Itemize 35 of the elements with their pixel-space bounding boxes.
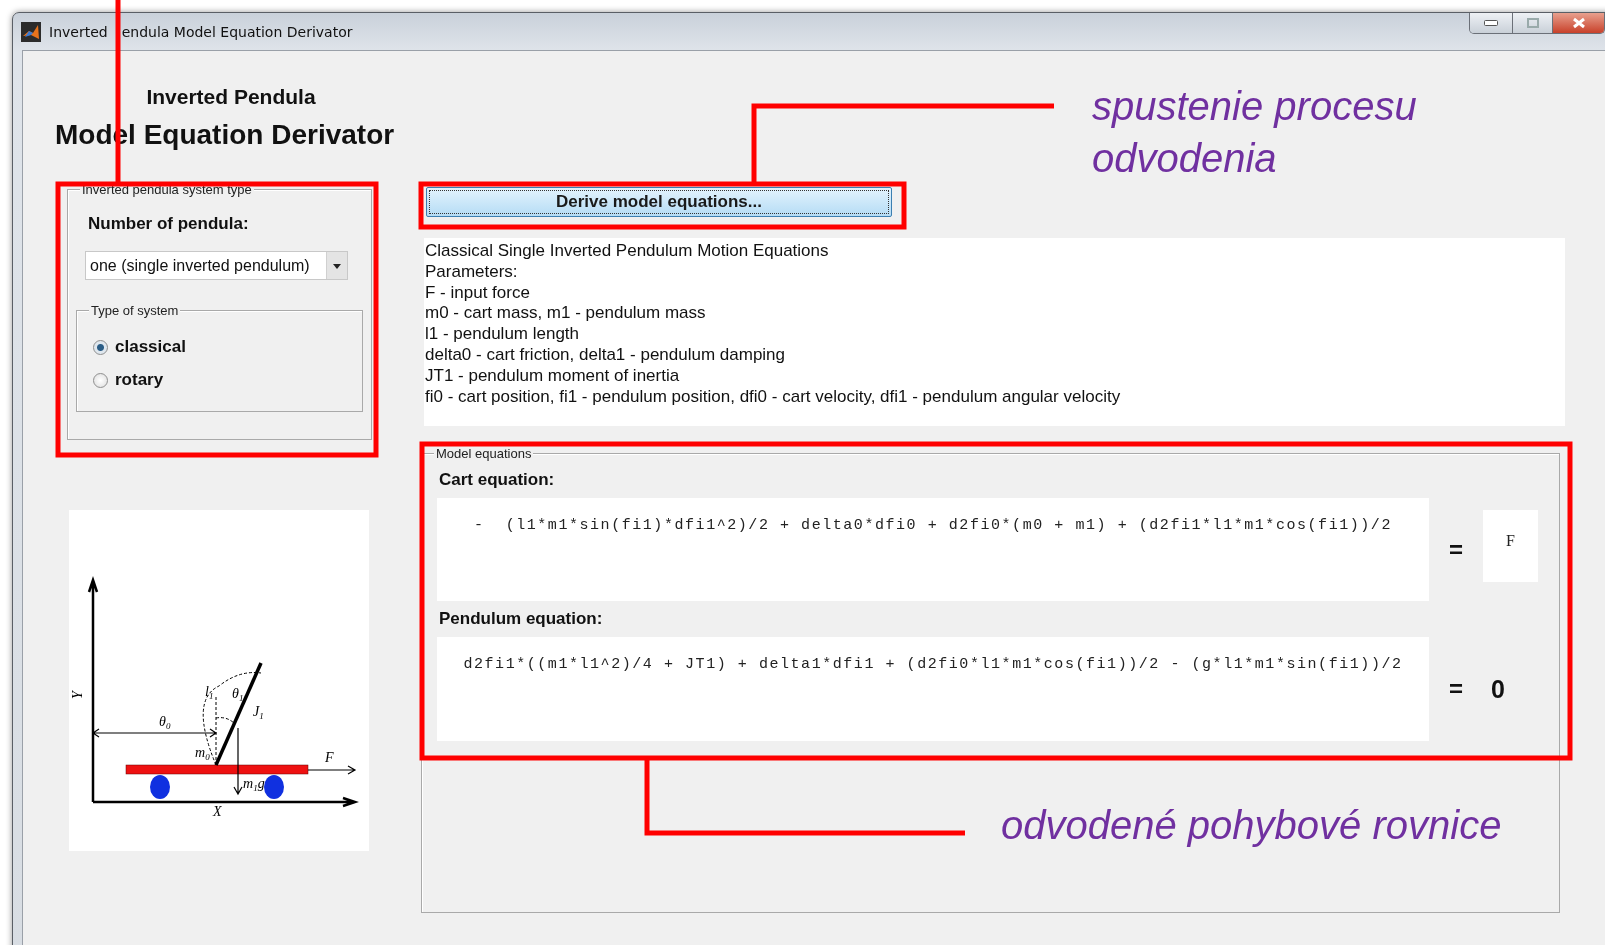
- inverted-pendulum-drawing: Y θ$_{0}$ l$_{1}$ θ$_{1}$ J$_{1}$ m$_{0}$ F m$_{1}$g X: [70, 576, 359, 819]
- equals-sign: =: [1449, 675, 1463, 703]
- description-line: F - input force: [425, 282, 531, 304]
- equals-sign: =: [1449, 535, 1463, 564]
- annotation-text: odvodené pohybové rovnice: [1001, 802, 1503, 849]
- window-title: Inverted: [49, 23, 108, 40]
- equation-label: Pendulum equation:: [439, 609, 604, 629]
- radio-option[interactable]: classical: [93, 337, 362, 357]
- description-line: fi0 - cart position, fi1 - pendulum position, dfi0 - cart velocity, dfi1 - pendulum angular velocity: [425, 386, 1122, 408]
- radio-option[interactable]: rotary: [93, 370, 362, 390]
- field-label: Number of pendula:: [88, 214, 250, 234]
- window-title: endula Model Equation Derivator: [121, 23, 353, 40]
- maximize-icon: [1526, 18, 1539, 28]
- description-line: m0 - cart mass, m1 - pendulum mass: [425, 303, 707, 325]
- description-line: l1 - pendulum length: [425, 324, 581, 345]
- equation-text: - (l1*m1*sin(fi1)*dfi1^2)/2 + delta0*dfi0 + d2fi0*(m0 + m1) + (d2fi1*l1*m1*cos(fi1))/2: [474, 517, 1392, 534]
- close-button[interactable]: [1552, 13, 1604, 33]
- close-icon: [1571, 17, 1586, 29]
- maximize-button[interactable]: [1512, 13, 1552, 33]
- equation-label: Cart equation:: [439, 470, 556, 490]
- derive-button[interactable]: Derive model equations...: [426, 187, 892, 217]
- description-line: JT1 - pendulum moment of inertia: [425, 365, 681, 387]
- equation-rhs: 0: [1491, 674, 1505, 704]
- app-subtitle: Inverted Pendula: [145, 85, 317, 109]
- app-logo-icon: [21, 21, 41, 42]
- annotation-text: spustenie procesu odvodenia: [1092, 83, 1418, 182]
- equation-text: d2fi1*((m1*l1^2)/4 + JT1) + delta1*dfi1 + (d2fi0*l1*m1*cos(fi1))/2 - (g*l1*m1*sin(fi1))/2: [463, 656, 1403, 673]
- description-line: Classical Single Inverted Pendulum Motion Equations: [425, 241, 830, 262]
- description-line: delta0 - cart friction, delta1 - pendulum damping: [425, 345, 787, 366]
- description-line: Parameters:: [425, 261, 519, 283]
- minimize-icon: [1484, 20, 1498, 26]
- pendula-count-dropdown[interactable]: one (single inverted pendulum): [85, 251, 348, 280]
- equation-rhs: F: [1483, 510, 1538, 582]
- group-legend: Type of system: [89, 303, 181, 318]
- minimize-button[interactable]: [1470, 13, 1512, 33]
